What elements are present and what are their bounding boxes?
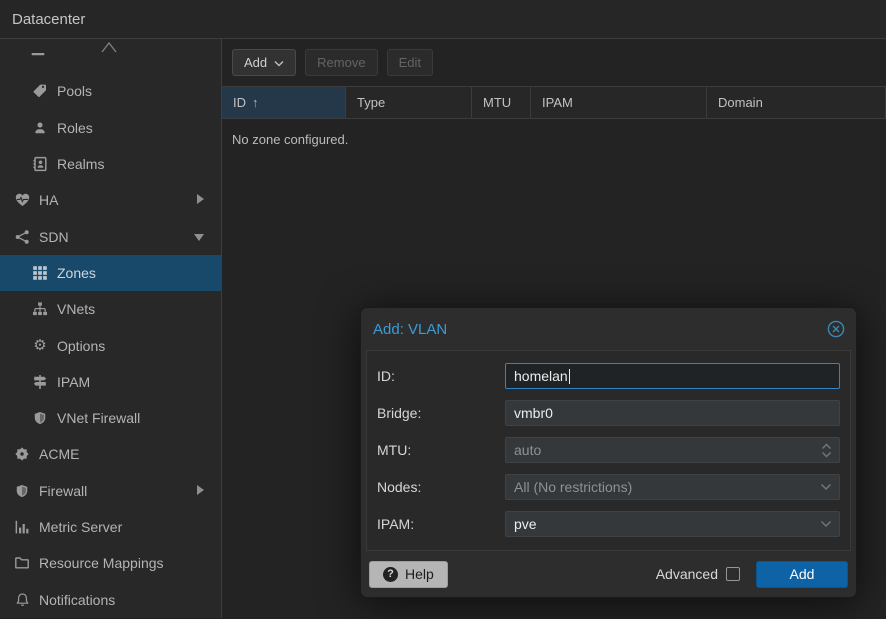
sidebar-item-label: Firewall	[39, 483, 87, 499]
nodes-field-label: Nodes:	[377, 479, 505, 495]
sidebar-item-label: Roles	[57, 120, 93, 136]
column-header-id[interactable]: ID ↑	[222, 87, 346, 118]
column-header-domain[interactable]: Domain	[707, 87, 886, 118]
dialog-footer: ? Help Advanced Add	[361, 551, 856, 597]
certificate-icon	[12, 446, 32, 462]
sidebar-item-label: VNet Firewall	[57, 410, 140, 426]
text-caret	[569, 369, 571, 384]
mtu-field-row: MTU: auto	[377, 437, 840, 463]
chevron-down-icon[interactable]	[820, 512, 832, 536]
add-button[interactable]: Add	[232, 49, 296, 76]
remove-button[interactable]: Remove	[305, 49, 377, 76]
sidebar-item-notifications[interactable]: Notifications	[0, 581, 221, 617]
bell-icon	[12, 592, 32, 608]
nodes-field-row: Nodes: All (No restrictions)	[377, 474, 840, 500]
heartbeat-icon	[12, 192, 32, 208]
chevron-right-icon	[195, 483, 205, 499]
sidebar-item-roles[interactable]: Roles	[0, 110, 221, 146]
bridge-input[interactable]: vmbr0	[505, 400, 840, 426]
nodes-select[interactable]: All (No restrictions)	[505, 474, 840, 500]
sidebar-item-firewall[interactable]: Firewall	[0, 473, 221, 509]
spinner-arrows-icon[interactable]	[821, 438, 832, 462]
dialog-body: ID: homelan Bridge: vmbr0 MTU: auto	[366, 350, 851, 551]
sort-asc-icon: ↑	[252, 95, 259, 110]
sidebar-item-label: Realms	[57, 156, 104, 172]
sidebar-item-label: IPAM	[57, 374, 90, 390]
dialog-title: Add: VLAN	[373, 321, 827, 338]
sidebar-item-realms[interactable]: Realms	[0, 146, 221, 182]
zones-toolbar: Add Remove Edit	[222, 39, 886, 86]
ipam-select[interactable]: pve	[505, 511, 840, 537]
sidebar-tree: Pools Roles Realms HA	[0, 39, 222, 618]
bridge-field-row: Bridge: vmbr0	[377, 400, 840, 426]
sidebar-item-label: VNets	[57, 301, 95, 317]
add-submit-button[interactable]: Add	[756, 561, 848, 588]
chevron-right-icon	[195, 192, 205, 208]
sidebar-item-label: Zones	[57, 265, 96, 281]
mtu-spinner[interactable]: auto	[505, 437, 840, 463]
id-field-row: ID: homelan	[377, 363, 840, 389]
chevron-down-icon	[274, 55, 284, 70]
sidebar-item-label: SDN	[39, 229, 69, 245]
empty-table-text: No zone configured.	[232, 132, 348, 147]
sidebar-item-label: ACME	[39, 446, 79, 462]
sidebar-item-metric-server[interactable]: Metric Server	[0, 509, 221, 545]
column-header-type[interactable]: Type	[346, 87, 472, 118]
minus-icon	[30, 49, 46, 65]
close-icon[interactable]	[827, 320, 845, 338]
sidebar-item-label: Options	[57, 338, 105, 354]
sidebar-item-label: Notifications	[39, 592, 115, 608]
sitemap-icon	[30, 301, 50, 317]
id-input[interactable]: homelan	[505, 363, 840, 389]
sidebar-item-label: Resource Mappings	[39, 555, 164, 571]
id-field-label: ID:	[377, 368, 505, 384]
question-circle-icon: ?	[383, 567, 398, 582]
top-bar: Datacenter	[0, 0, 886, 39]
gear-icon: ⚙	[30, 338, 50, 354]
sidebar-item-resource-mappings[interactable]: Resource Mappings	[0, 545, 221, 581]
ipam-field-label: IPAM:	[377, 516, 505, 532]
sidebar-item-label: HA	[39, 192, 58, 208]
page-title: Datacenter	[12, 11, 85, 28]
sidebar-item-vnets[interactable]: VNets	[0, 291, 221, 327]
mtu-field-label: MTU:	[377, 442, 505, 458]
dialog-header[interactable]: Add: VLAN	[361, 308, 856, 350]
advanced-checkbox[interactable]	[726, 567, 740, 581]
zones-table-header: ID ↑ Type MTU IPAM Domain	[222, 86, 886, 119]
chevron-down-icon[interactable]	[820, 475, 832, 499]
sidebar-item-partial[interactable]	[0, 39, 221, 73]
chevron-down-icon	[193, 229, 205, 245]
bar-chart-icon	[12, 519, 32, 535]
bridge-field-label: Bridge:	[377, 405, 505, 421]
sidebar-item-options[interactable]: ⚙ Options	[0, 327, 221, 363]
edit-button[interactable]: Edit	[387, 49, 433, 76]
sidebar-item-ha[interactable]: HA	[0, 182, 221, 218]
grid-icon	[30, 265, 50, 281]
address-book-icon	[30, 156, 50, 172]
proxmox-app: Datacenter Pools	[0, 0, 886, 619]
add-vlan-dialog: Add: VLAN ID: homelan Bridge: vmbr0 MTU:	[360, 307, 857, 598]
user-icon	[30, 120, 50, 136]
folder-icon	[12, 555, 32, 571]
chevron-up-icon	[99, 39, 119, 57]
column-header-ipam[interactable]: IPAM	[531, 87, 707, 118]
sidebar-item-zones[interactable]: Zones	[0, 255, 221, 291]
sidebar-item-ipam[interactable]: IPAM	[0, 364, 221, 400]
sidebar-item-vnet-firewall[interactable]: VNet Firewall	[0, 400, 221, 436]
sidebar-item-sdn[interactable]: SDN	[0, 218, 221, 254]
help-button[interactable]: ? Help	[369, 561, 448, 588]
sidebar-item-pools[interactable]: Pools	[0, 73, 221, 109]
sidebar-item-acme[interactable]: ACME	[0, 436, 221, 472]
ipam-field-row: IPAM: pve	[377, 511, 840, 537]
column-header-mtu[interactable]: MTU	[472, 87, 531, 118]
network-icon	[12, 229, 32, 245]
map-signs-icon	[30, 374, 50, 390]
advanced-label: Advanced	[656, 566, 718, 582]
shield-icon	[30, 410, 50, 426]
sidebar-item-label: Metric Server	[39, 519, 122, 535]
shield-icon	[12, 483, 32, 499]
sidebar-item-label: Pools	[57, 83, 92, 99]
tags-icon	[30, 83, 50, 99]
